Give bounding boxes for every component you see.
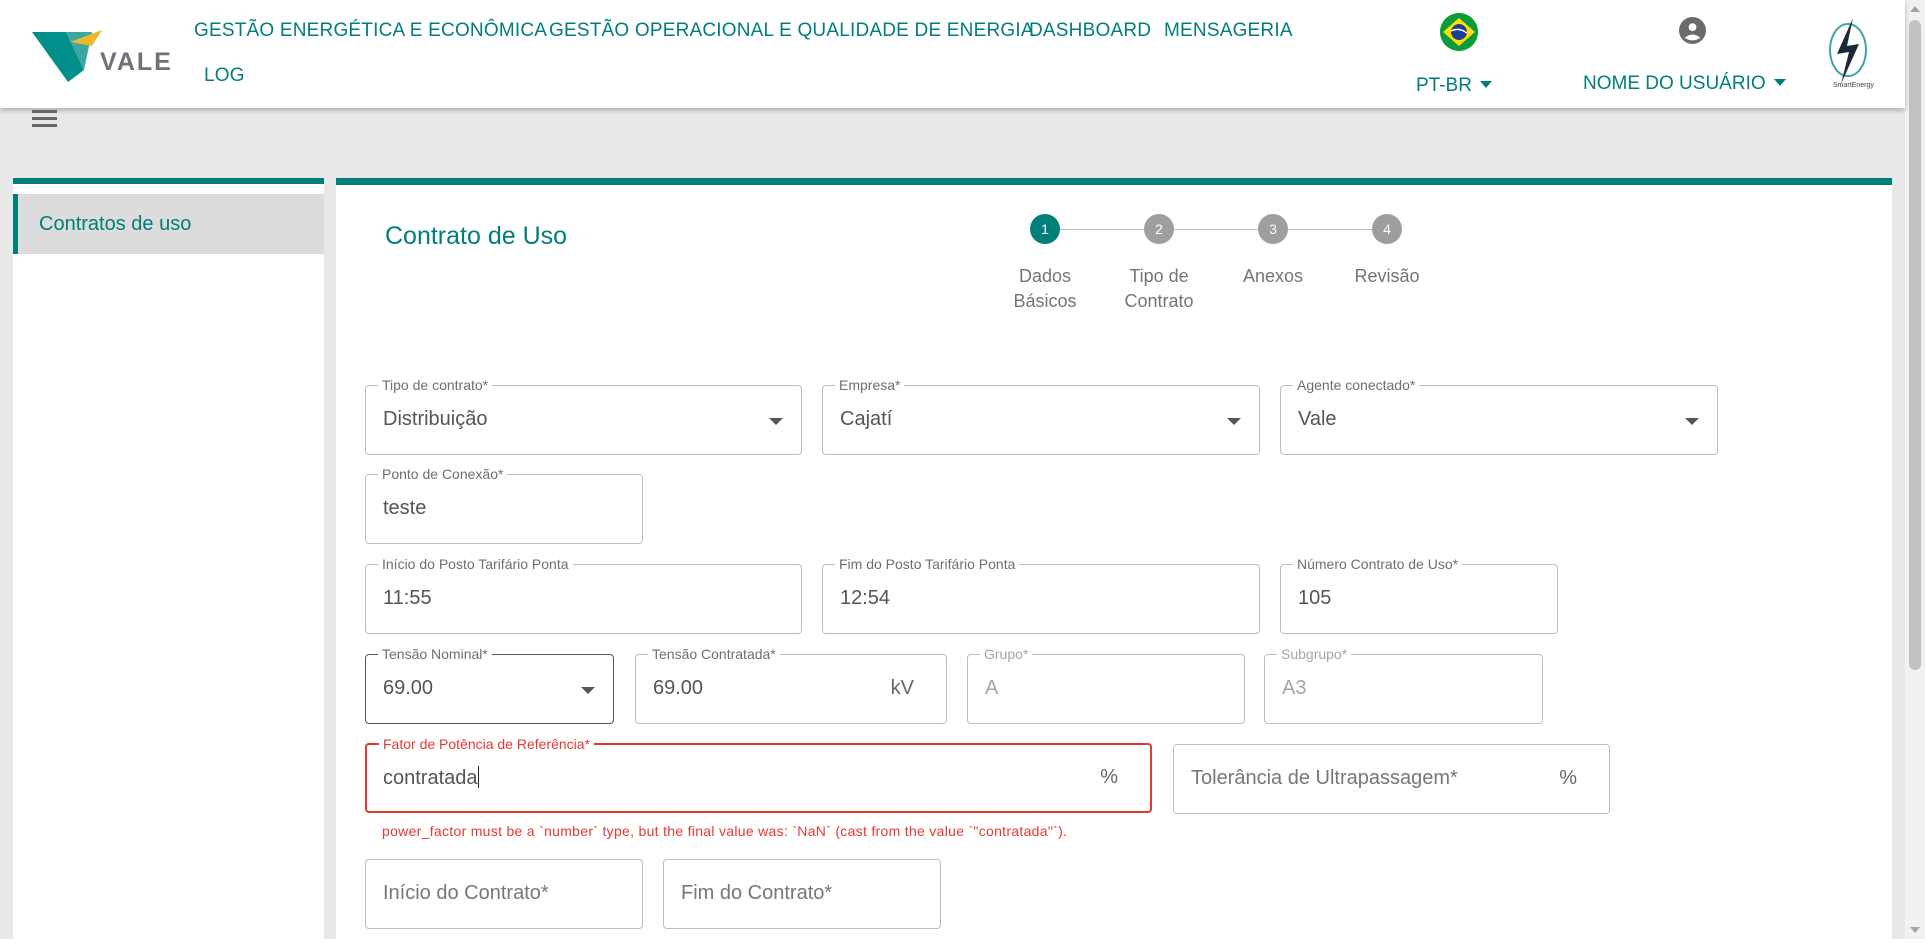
- field-label: Empresa*: [835, 377, 905, 394]
- field-value: 12:54: [840, 587, 891, 609]
- fim-contrato-field[interactable]: Fim do Contrato*: [663, 859, 941, 929]
- step-1-circle[interactable]: 1: [1030, 214, 1060, 244]
- stepper-connector: [1174, 229, 1258, 230]
- dropdown-arrow-icon: [581, 687, 595, 694]
- fator-potencia-field[interactable]: Fator de Potência de Referência* contrat…: [365, 736, 1152, 813]
- field-placeholder: Fim do Contrato*: [681, 882, 833, 904]
- field-label: Grupo*: [980, 646, 1033, 663]
- field-value: teste: [383, 497, 427, 519]
- unit-label: %: [1100, 766, 1118, 788]
- unit-label: %: [1559, 767, 1577, 789]
- field-label: Tensão Nominal*: [378, 646, 492, 663]
- scrollbar-thumb[interactable]: [1909, 20, 1921, 670]
- field-placeholder: Início do Contrato*: [383, 882, 549, 904]
- ponto-conexao-field[interactable]: Ponto de Conexão* teste: [365, 466, 643, 544]
- field-label: Ponto de Conexão*: [378, 466, 508, 483]
- subgrupo-field: Subgrupo* A3: [1264, 646, 1543, 724]
- chevron-down-icon: [1479, 81, 1492, 88]
- brazil-flag-icon[interactable]: [1440, 13, 1478, 51]
- stepper-connector: [1288, 229, 1372, 230]
- field-label: Tensão Contratada*: [648, 646, 780, 663]
- nav-gestao-energetica[interactable]: GESTÃO ENERGÉTICA E ECONÔMICA: [194, 20, 547, 42]
- step-3-circle[interactable]: 3: [1258, 214, 1288, 244]
- page-title: Contrato de Uso: [385, 222, 568, 250]
- user-name: NOME DO USUÁRIO: [1583, 73, 1766, 94]
- field-value: 69.00: [653, 677, 704, 699]
- dropdown-arrow-icon: [1685, 418, 1699, 425]
- dropdown-arrow-icon: [769, 418, 783, 425]
- sidebar-item-contratos-de-uso[interactable]: Contratos de uso: [13, 194, 324, 254]
- dropdown-arrow-icon: [1227, 418, 1241, 425]
- field-label: Agente conectado*: [1293, 377, 1420, 394]
- field-value: 105: [1298, 587, 1332, 609]
- nav-gestao-operacional[interactable]: GESTÃO OPERACIONAL E QUALIDADE DE ENERGI…: [549, 20, 1034, 42]
- tensao-contratada-field[interactable]: Tensão Contratada* 69.00 kV: [635, 646, 947, 724]
- step-3-label: Anexos: [1242, 266, 1304, 286]
- field-value: A: [985, 677, 999, 699]
- field-label: Tipo de contrato*: [378, 377, 493, 394]
- step-2-label: Tipo de Contrato: [1124, 266, 1194, 311]
- error-message: power_factor must be a `number` type, bu…: [382, 823, 1068, 839]
- tipo-contrato-select[interactable]: Tipo de contrato* Distribuição: [365, 377, 802, 455]
- nav-mensageria[interactable]: MENSAGERIA: [1164, 20, 1293, 42]
- field-value: 11:55: [383, 587, 432, 609]
- brand-text: SmartEnergy: [1833, 82, 1874, 89]
- step-4-circle[interactable]: 4: [1372, 214, 1402, 244]
- chevron-down-icon: [1773, 79, 1786, 86]
- scroll-up-arrow-icon[interactable]: [1910, 6, 1920, 12]
- user-menu[interactable]: NOME DO USUÁRIO: [1583, 73, 1786, 95]
- stepper-connector: [1060, 229, 1144, 230]
- language-selector[interactable]: PT-BR: [1416, 75, 1492, 97]
- hamburger-menu-icon[interactable]: [32, 110, 57, 130]
- field-label: Fim do Posto Tarifário Ponta: [835, 556, 1020, 573]
- grupo-field: Grupo* A: [967, 646, 1245, 724]
- field-value: A3: [1282, 677, 1307, 699]
- step-2-circle[interactable]: 2: [1144, 214, 1174, 244]
- agente-conectado-select[interactable]: Agente conectado* Vale: [1280, 377, 1718, 455]
- tensao-nominal-select[interactable]: Tensão Nominal* 69.00: [365, 646, 614, 724]
- vertical-scrollbar[interactable]: [1905, 0, 1925, 939]
- empresa-select[interactable]: Empresa* Cajatí: [822, 377, 1260, 455]
- inicio-contrato-field[interactable]: Início do Contrato*: [365, 859, 643, 929]
- smartenergy-logo: SmartEnergy: [1823, 12, 1874, 92]
- field-value: Vale: [1298, 408, 1337, 430]
- field-value: Cajatí: [840, 408, 893, 430]
- tolerancia-field[interactable]: Tolerância de Ultrapassagem* %: [1173, 744, 1610, 814]
- field-label: Subgrupo*: [1277, 646, 1352, 663]
- top-header: VALE GESTÃO ENERGÉTICA E ECONÔMICA GESTÃ…: [0, 0, 1905, 108]
- sidebar: Contratos de uso: [13, 178, 324, 945]
- unit-label: kV: [890, 677, 914, 699]
- field-placeholder: Tolerância de Ultrapassagem*: [1191, 767, 1458, 789]
- fim-posto-field[interactable]: Fim do Posto Tarifário Ponta 12:54: [822, 556, 1260, 634]
- language-label: PT-BR: [1416, 75, 1472, 96]
- field-label: Fator de Potência de Referência*: [379, 736, 595, 753]
- scroll-down-arrow-icon[interactable]: [1910, 927, 1920, 933]
- sidebar-item-label: Contratos de uso: [39, 213, 192, 235]
- numero-contrato-field[interactable]: Número Contrato de Uso* 105: [1280, 556, 1558, 634]
- field-value: contratada: [383, 766, 479, 789]
- field-label: Número Contrato de Uso*: [1293, 556, 1463, 573]
- field-value: Distribuição: [383, 408, 488, 430]
- text-cursor: [477, 766, 479, 788]
- step-4-label: Revisão: [1354, 266, 1420, 286]
- field-value: 69.00: [383, 677, 434, 699]
- field-label: Início do Posto Tarifário Ponta: [378, 556, 573, 573]
- account-circle-icon[interactable]: [1679, 17, 1706, 44]
- nav-dashboard[interactable]: DASHBOARD: [1029, 20, 1151, 42]
- step-1-label: Dados Básicos: [1013, 266, 1077, 311]
- inicio-posto-field[interactable]: Início do Posto Tarifário Ponta 11:55: [365, 556, 802, 634]
- nav-log[interactable]: LOG: [204, 65, 245, 87]
- logo-text: VALE: [100, 48, 173, 76]
